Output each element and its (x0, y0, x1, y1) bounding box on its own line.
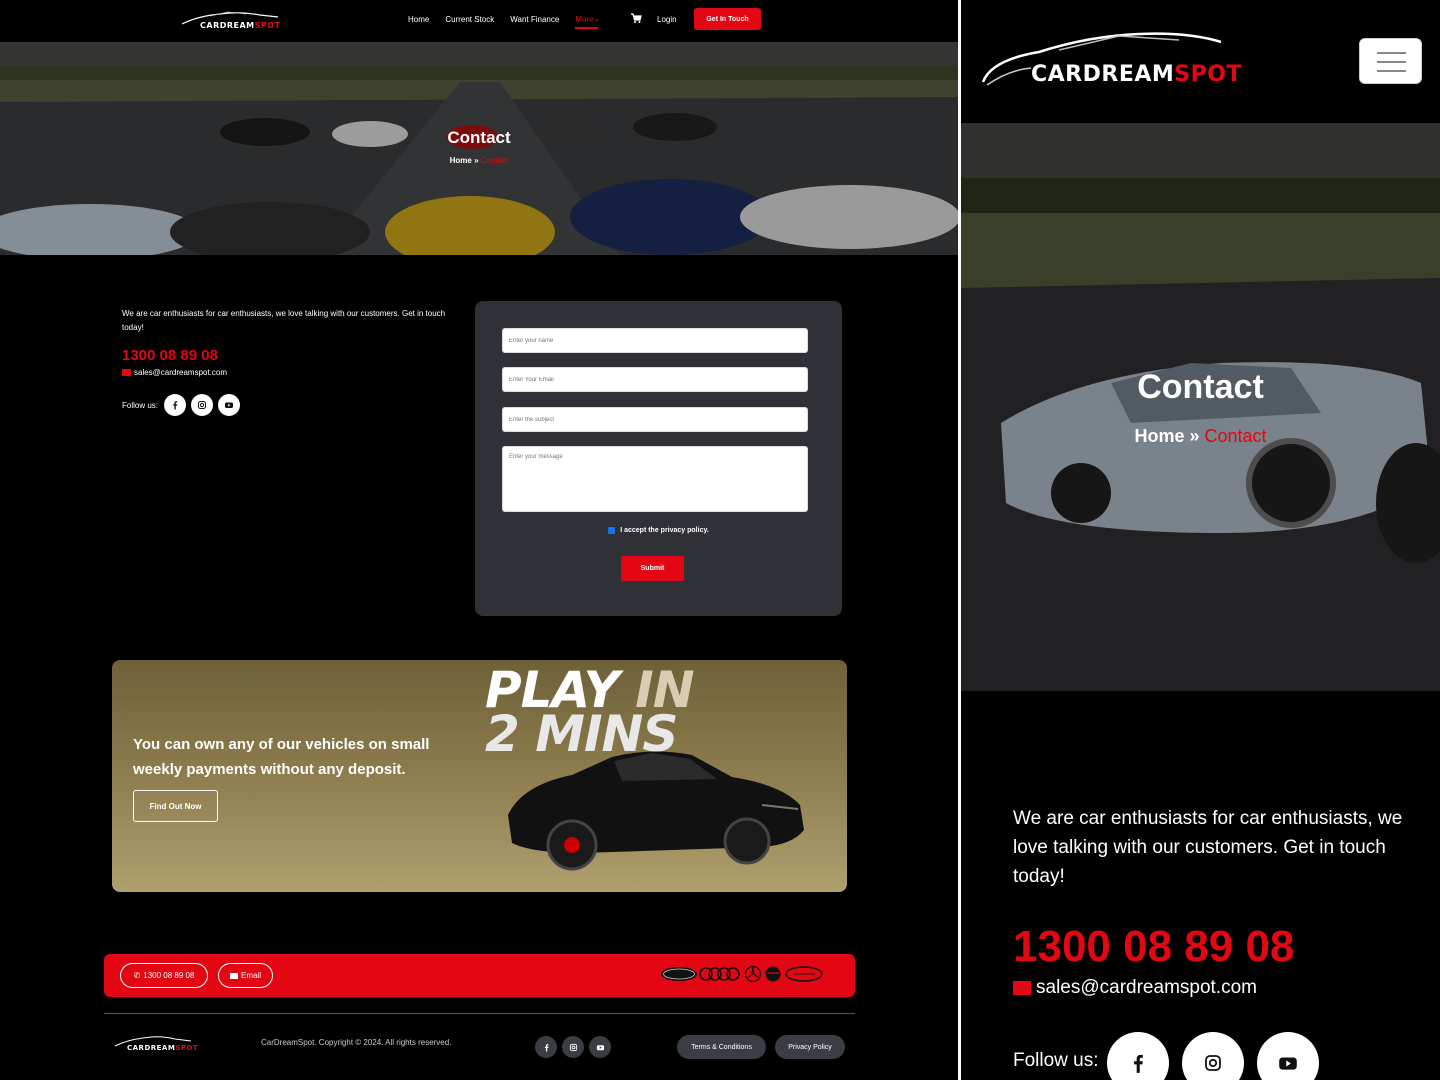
logo-text-part1: CARDREAM (200, 21, 255, 30)
mobile-breadcrumb-separator: » (1184, 426, 1205, 446)
chevron-down-icon: ▾ (595, 18, 599, 24)
name-input[interactable] (502, 328, 808, 353)
envelope-icon (122, 369, 131, 376)
top-navbar: CARDREAMSPOT Home Current Stock Want Fin… (0, 0, 958, 42)
mobile-contact-email[interactable]: sales@cardreamspot.com (1013, 977, 1257, 999)
copyright-text: CarDreamSpot. Copyright © 2024. All righ… (261, 1038, 452, 1047)
promo-headline: PLAY IN 2 MINS (485, 665, 695, 759)
privacy-consent-label: I accept the privacy policy. (620, 527, 709, 534)
contact-phone[interactable]: 1300 08 89 08 (122, 347, 218, 364)
mobile-breadcrumb-current: Contact (1204, 426, 1267, 446)
envelope-icon (229, 972, 238, 979)
land-rover-logo-icon (785, 966, 823, 982)
promo-car-image (508, 751, 804, 871)
breadcrumb: Home » Contact (0, 156, 958, 165)
footer-email-label: Email (240, 971, 261, 980)
privacy-checkbox[interactable] (608, 527, 616, 534)
mobile-contact-phone[interactable]: 1300 08 89 08 (1013, 922, 1294, 972)
aston-martin-logo-icon (765, 966, 781, 982)
nav-more-label: More (575, 15, 594, 24)
hamburger-line (1377, 52, 1406, 54)
mobile-hero-image (961, 123, 1440, 691)
hero-cars-image (0, 42, 958, 255)
find-out-now-button[interactable]: Find Out Now (133, 790, 218, 822)
follow-us-label: Follow us: (122, 400, 159, 410)
nav-menu: Home Current Stock Want Finance More ▾ (408, 15, 614, 29)
mobile-logo-text-part1: CARDREAM (1031, 62, 1175, 87)
mobile-contact-email-text: sales@cardreamspot.com (1036, 977, 1257, 998)
page-title: Contact (447, 128, 511, 147)
hamburger-line (1377, 61, 1406, 63)
instagram-icon[interactable] (191, 394, 214, 416)
submit-button[interactable]: Submit (621, 556, 684, 581)
facebook-icon[interactable] (535, 1036, 557, 1058)
mobile-breadcrumb-home[interactable]: Home (1134, 426, 1184, 446)
breadcrumb-home[interactable]: Home (450, 156, 472, 165)
hamburger-line (1377, 70, 1406, 72)
mobile-breadcrumb: Home » Contact (961, 426, 1440, 447)
login-link[interactable]: Login (657, 15, 677, 24)
phone-icon: ✆ (133, 971, 141, 980)
breadcrumb-separator: » (471, 156, 481, 165)
terms-button[interactable]: Terms & Conditions (677, 1035, 766, 1059)
footer-logo-text-part2: SPOT (175, 1044, 199, 1052)
mobile-hero-banner (961, 123, 1440, 691)
subject-input[interactable] (502, 407, 808, 432)
brand-logos (660, 965, 824, 983)
footer-contact-bar: ✆ 1300 08 89 08 Email (104, 954, 855, 997)
promo-text: You can own any of our vehicles on small… (133, 736, 430, 778)
mobile-page-title: Contact (1137, 368, 1264, 406)
facebook-icon[interactable] (1107, 1032, 1169, 1080)
instagram-icon[interactable] (562, 1036, 584, 1058)
privacy-consent: I accept the privacy policy. (475, 527, 842, 534)
mobile-follow-us-label: Follow us: (1013, 1050, 1099, 1071)
mobile-site-logo[interactable]: CARDREAMSPOT (979, 30, 1269, 94)
youtube-icon[interactable] (218, 394, 241, 416)
nav-current-stock[interactable]: Current Stock (445, 15, 494, 24)
instagram-icon[interactable] (1182, 1032, 1244, 1080)
desktop-view: CARDREAMSPOT Home Current Stock Want Fin… (0, 0, 958, 1080)
contact-email[interactable]: sales@cardreamspot.com (122, 368, 227, 377)
youtube-icon[interactable] (589, 1036, 611, 1058)
get-in-touch-button[interactable]: Get In Touch (694, 8, 761, 30)
footer-call-label: 1300 08 89 08 (143, 971, 195, 980)
nav-home[interactable]: Home (408, 15, 429, 24)
footer-divider (104, 1013, 855, 1014)
hero-banner: Contact Home » Contact (0, 42, 958, 255)
contact-email-text: sales@cardreamspot.com (134, 368, 228, 377)
privacy-policy-button[interactable]: Privacy Policy (775, 1035, 845, 1059)
message-textarea[interactable] (502, 446, 808, 512)
site-logo[interactable]: CARDREAMSPOT (180, 9, 284, 33)
footer-email-button[interactable]: Email (218, 963, 273, 988)
hamburger-menu-button[interactable] (1359, 38, 1422, 84)
nav-want-finance[interactable]: Want Finance (510, 15, 559, 24)
ford-logo-icon (661, 967, 697, 981)
logo-text-part2: SPOT (254, 21, 281, 30)
cart-icon[interactable] (630, 12, 642, 24)
mercedes-logo-icon (744, 965, 762, 983)
contact-form: I accept the privacy policy. Submit (475, 301, 842, 616)
footer-logo[interactable]: CARDREAMSPOT (113, 1034, 199, 1054)
facebook-icon[interactable] (164, 394, 187, 416)
finance-promo-banner: PLAY IN 2 MINS You can own any of our ve… (112, 660, 847, 892)
breadcrumb-current: Contact (480, 156, 509, 165)
footer-logo-text-part1: CARDREAM (127, 1044, 176, 1052)
follow-us: Follow us: (122, 394, 241, 416)
email-input[interactable] (502, 367, 808, 392)
audi-logo-icon (699, 967, 740, 981)
contact-intro-text: We are car enthusiasts for car enthusias… (122, 309, 446, 332)
footer-call-button[interactable]: ✆ 1300 08 89 08 (120, 963, 208, 988)
envelope-icon (1013, 981, 1031, 995)
youtube-icon[interactable] (1257, 1032, 1319, 1080)
mobile-logo-text-part2: SPOT (1174, 62, 1242, 87)
nav-more-dropdown[interactable]: More ▾ (575, 15, 599, 29)
mobile-contact-intro: We are car enthusiasts for car enthusias… (1013, 808, 1403, 887)
mobile-view: CARDREAMSPOT Contact Home » Contact We a… (961, 0, 1440, 1080)
